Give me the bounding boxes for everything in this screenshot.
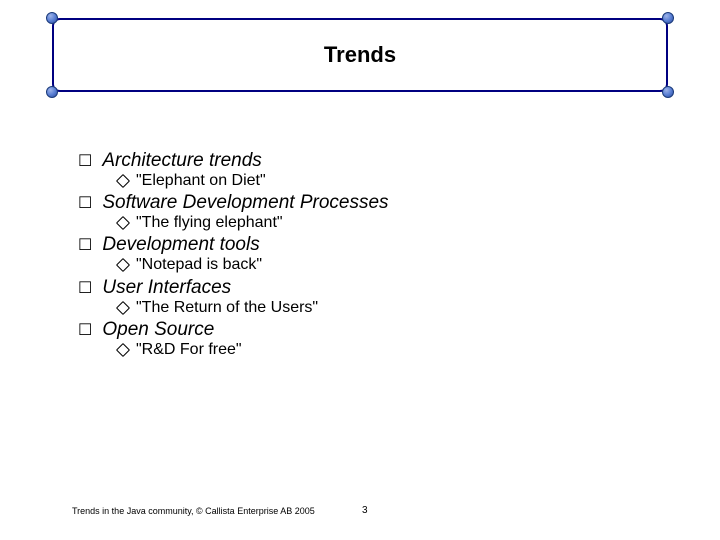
item-label: Open Source — [102, 319, 214, 341]
diamond-bullet-icon — [118, 176, 128, 186]
diamond-bullet-icon — [118, 260, 128, 270]
square-bullet-icon: ☐ — [78, 195, 92, 213]
list-item: ☐ User Interfaces — [78, 277, 658, 299]
list-item: ☐ Architecture trends — [78, 150, 658, 172]
subitem-label: "R&D For free" — [136, 341, 242, 359]
list-subitem: "R&D For free" — [118, 341, 658, 359]
subitem-label: "Elephant on Diet" — [136, 172, 266, 190]
corner-dot-icon — [46, 86, 58, 98]
item-label: Architecture trends — [102, 150, 261, 172]
list-item: ☐ Open Source — [78, 319, 658, 341]
list-item: ☐ Development tools — [78, 234, 658, 256]
subitem-label: "The Return of the Users" — [136, 299, 318, 317]
list-item: ☐ Software Development Processes — [78, 192, 658, 214]
item-label: Development tools — [102, 234, 259, 256]
square-bullet-icon: ☐ — [78, 153, 92, 171]
content-list: ☐ Architecture trends "Elephant on Diet"… — [78, 148, 658, 359]
list-subitem: "Notepad is back" — [118, 256, 658, 274]
corner-dot-icon — [46, 12, 58, 24]
corner-dot-icon — [662, 12, 674, 24]
list-subitem: "The Return of the Users" — [118, 299, 658, 317]
corner-dot-icon — [662, 86, 674, 98]
title-box: Trends — [52, 18, 668, 92]
subitem-label: "The flying elephant" — [136, 214, 283, 232]
slide-title: Trends — [324, 42, 396, 68]
square-bullet-icon: ☐ — [78, 322, 92, 340]
diamond-bullet-icon — [118, 345, 128, 355]
list-subitem: "The flying elephant" — [118, 214, 658, 232]
footer-text: Trends in the Java community, © Callista… — [72, 506, 315, 516]
diamond-bullet-icon — [118, 218, 128, 228]
item-label: User Interfaces — [102, 277, 231, 299]
square-bullet-icon: ☐ — [78, 280, 92, 298]
item-label: Software Development Processes — [102, 192, 388, 214]
subitem-label: "Notepad is back" — [136, 256, 262, 274]
square-bullet-icon: ☐ — [78, 237, 92, 255]
footer: Trends in the Java community, © Callista… — [72, 506, 648, 516]
page-number: 3 — [362, 505, 368, 516]
diamond-bullet-icon — [118, 303, 128, 313]
list-subitem: "Elephant on Diet" — [118, 172, 658, 190]
